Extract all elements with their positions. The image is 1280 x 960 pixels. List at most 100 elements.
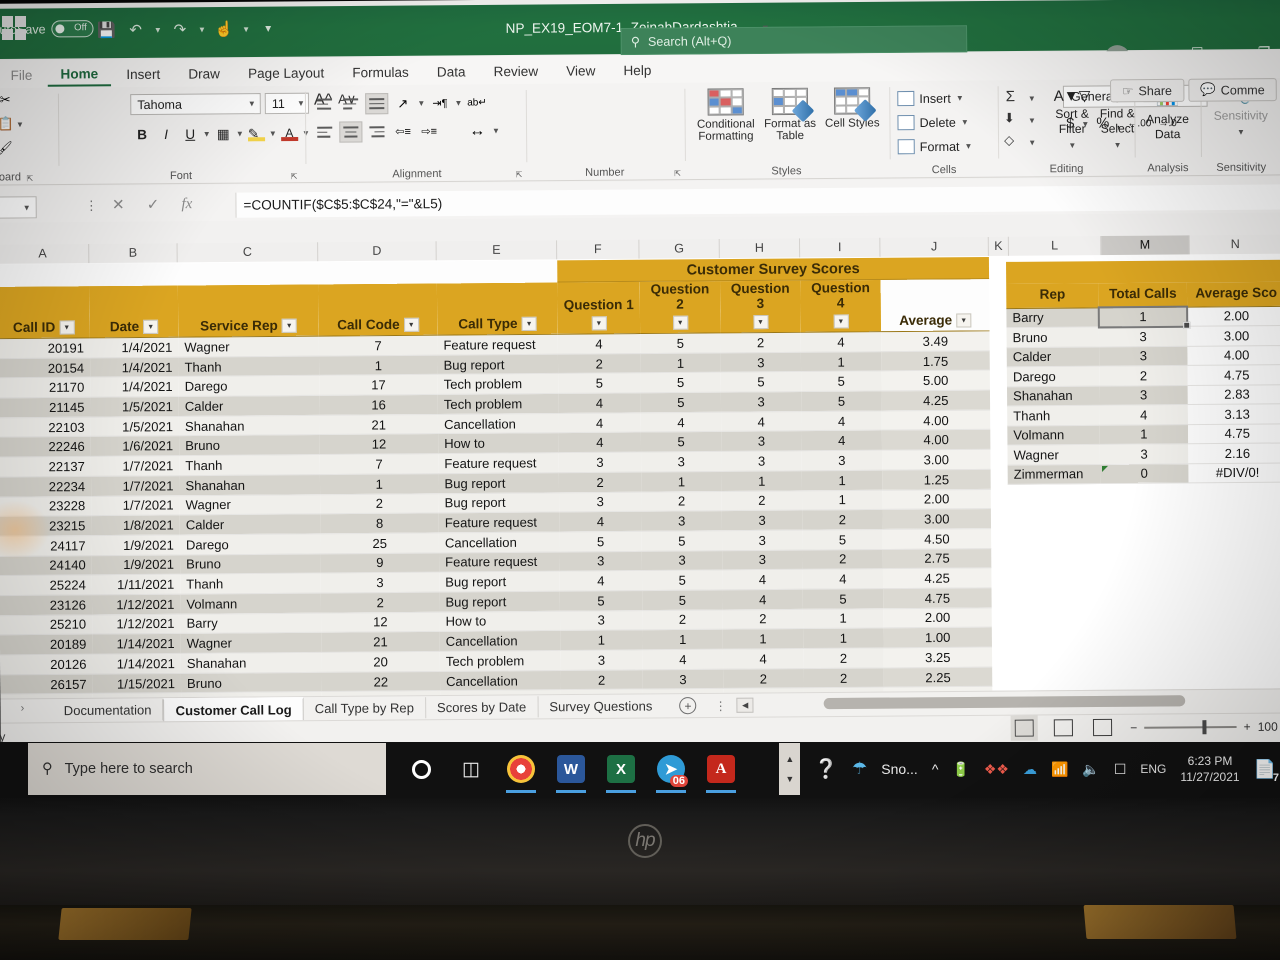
cell-q3[interactable]: 3 [721,431,802,452]
umbrella-icon[interactable]: ☂ [852,759,867,779]
cell-q1[interactable]: 5 [559,531,642,552]
table-row[interactable]: Wagner 3 2.16 [1007,442,1280,465]
tab-file[interactable]: File [0,64,46,85]
cell-type[interactable]: How to [438,433,559,454]
volume-icon[interactable]: 🔈 [1082,761,1099,778]
zoom-slider-thumb[interactable] [1202,720,1207,735]
cell-date[interactable]: 1/4/2021 [90,376,179,398]
header-call-id[interactable]: Call ID ▼ [0,286,90,339]
cell-code[interactable]: 3 [320,572,440,594]
cell-q1[interactable]: 3 [559,550,642,572]
cell-average[interactable]: 2.00 [883,607,992,629]
cell-summary-rep[interactable]: Darego [1006,366,1100,387]
cell-type[interactable]: How to [439,610,561,632]
add-sheet-button[interactable]: + [679,697,697,715]
dropbox-icon[interactable]: ❖❖ [984,761,1009,778]
scroll-left-icon[interactable]: ◀ [736,697,754,713]
start-button[interactable] [2,16,26,40]
cell-summary-rep[interactable]: Barry [1006,307,1099,328]
cell-summary-average-score[interactable]: 4.75 [1187,364,1280,385]
cell-code[interactable]: 12 [321,611,440,633]
cell-q4[interactable]: 2 [802,549,883,570]
excel-icon[interactable]: X [596,743,646,795]
table-row[interactable]: Shanahan 3 2.83 [1006,384,1280,406]
comments-button[interactable]: 💬 Comme [1187,78,1277,102]
cell-q4[interactable]: 5 [802,588,884,610]
insert-function-icon[interactable]: fx [181,196,192,213]
decrease-indent-button[interactable]: ⇦≡ [391,121,414,142]
cell-date[interactable]: 1/5/2021 [90,416,180,437]
cell-q4[interactable]: 2 [803,667,884,689]
cortana-icon[interactable] [396,743,446,795]
cell-q1[interactable]: 2 [560,669,643,690]
header-service-rep[interactable]: Service Rep ▼ [177,284,319,338]
cell-summary-rep[interactable]: Bruno [1006,326,1100,348]
cell-q3[interactable]: 4 [722,648,804,669]
cell-summary-total-calls[interactable]: 2 [1099,365,1188,386]
align-bottom-icon[interactable] [365,93,389,115]
tab-draw[interactable]: Draw [175,63,233,85]
cell-code[interactable]: 7 [319,453,439,475]
cell-date[interactable]: 1/5/2021 [90,396,179,417]
cell-summary-total-calls[interactable]: 4 [1099,404,1189,425]
cell-summary-average-score[interactable]: 2.83 [1187,384,1280,405]
font-size-select[interactable]: 11 ▼ [264,92,310,115]
cell-type[interactable]: Tech problem [437,373,559,395]
cell-date[interactable]: 1/11/2021 [91,574,181,595]
tab-view[interactable]: View [553,60,608,82]
cell-date[interactable]: 1/7/2021 [91,475,180,496]
align-top-icon[interactable] [313,93,336,114]
header-call-code[interactable]: Call Code ▼ [318,283,438,337]
tray-expand-icon[interactable]: ▲ ▼ [779,743,801,795]
cell-call-id[interactable]: 20126 [0,654,93,675]
onedrive-icon[interactable]: ☁ [1023,761,1037,778]
cell-rep[interactable]: Wagner [180,632,322,654]
column-header-l[interactable]: L [1008,236,1102,257]
cell-date[interactable]: 1/4/2021 [90,356,179,378]
word-icon[interactable]: W [546,743,596,795]
task-view-icon[interactable]: ◫ [446,743,496,795]
cell-average[interactable]: 5.00 [881,370,990,391]
cell-q4[interactable]: 1 [801,470,883,491]
cell-date[interactable]: 1/9/2021 [91,534,180,556]
cell-q2[interactable]: 3 [642,668,724,690]
cell-q1[interactable]: 3 [560,649,643,671]
summary-header-average-score[interactable]: Average Sco [1186,281,1280,307]
merge-center-icon[interactable]: ↔ [466,120,489,141]
cell-code[interactable]: 8 [320,513,439,534]
language-indicator[interactable]: ENG [1140,762,1166,776]
cell-q1[interactable]: 4 [559,570,643,592]
share-button[interactable]: ☞ Share [1110,78,1185,103]
tab-help[interactable]: Help [610,59,664,81]
cell-q1[interactable]: 2 [557,353,641,374]
column-header-g[interactable]: G [639,239,720,260]
cell-rep[interactable]: Calder [179,513,321,535]
cell-summary-average-score[interactable]: 4.75 [1188,423,1280,444]
cell-rep[interactable]: Shanahan [179,474,321,496]
borders-chevron-down-icon[interactable]: ▼ [236,129,244,138]
cell-type[interactable]: Tech problem [439,650,561,672]
cell-date[interactable]: 1/4/2021 [89,337,179,358]
cell-date[interactable]: 1/14/2021 [92,633,181,655]
cell-date[interactable]: 1/12/2021 [92,613,181,635]
cell-call-id[interactable]: 22137 [0,456,92,477]
cell-summary-average-score[interactable]: 3.00 [1187,325,1280,346]
cell-q2[interactable]: 5 [641,530,723,551]
tab-formulas[interactable]: Formulas [339,61,422,83]
cell-q4[interactable]: 4 [801,410,882,432]
cell-q4[interactable]: 5 [802,529,883,550]
font-dialog-launcher-icon[interactable]: ⇱ [291,172,298,181]
cell-q2[interactable]: 3 [641,451,722,472]
cell-q4[interactable]: 1 [801,489,883,511]
align-right-icon[interactable] [365,121,388,142]
sheet-overflow-icon[interactable]: ⋮ [715,698,727,712]
cell-rep[interactable]: Shanahan [180,652,322,674]
cell-date[interactable]: 1/7/2021 [91,495,180,516]
orientation-icon[interactable]: ↗ [391,93,414,114]
format-cells-button[interactable]: Format ▼ [897,139,973,155]
cell-rep[interactable]: Bruno [180,672,322,693]
cell-call-id[interactable]: 22103 [0,416,91,438]
align-middle-icon[interactable] [339,93,362,114]
cell-summary-total-calls[interactable]: 3 [1099,345,1188,367]
cell-average[interactable]: 3.49 [881,330,990,352]
